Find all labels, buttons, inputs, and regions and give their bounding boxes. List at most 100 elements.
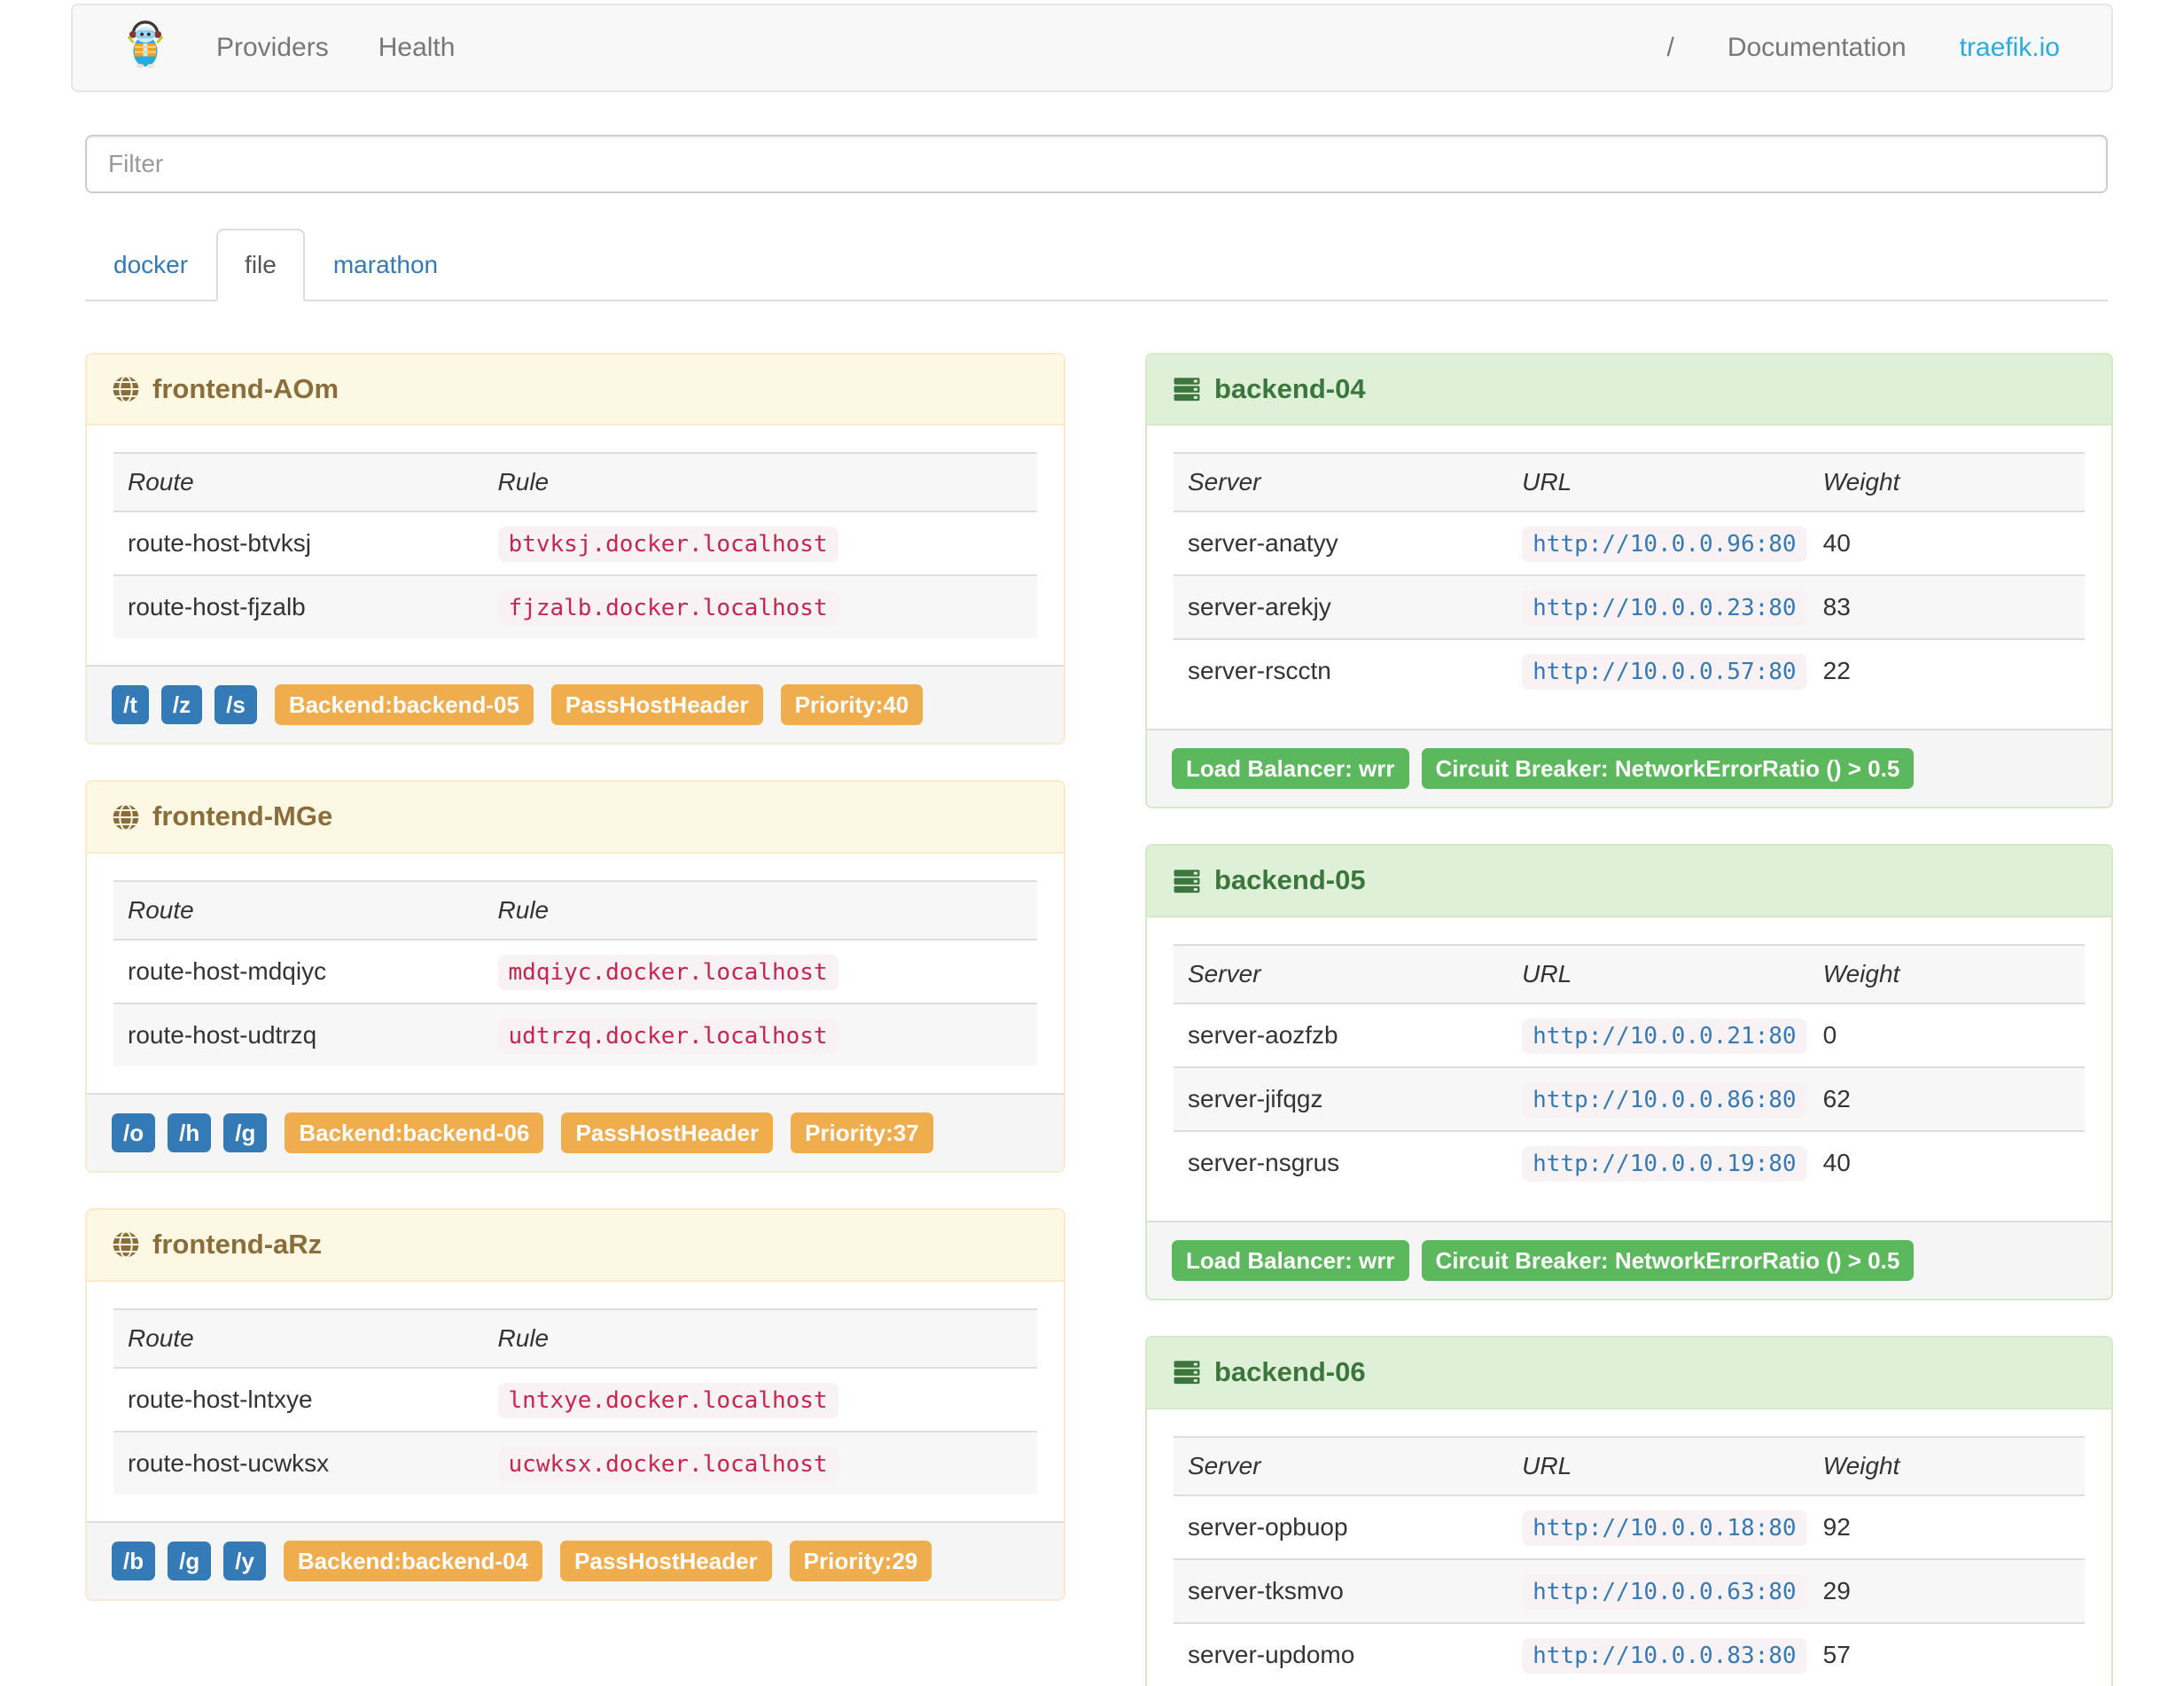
frontend-tag-badge: Priority:40 [780,684,924,726]
backend-tag-badge: Load Balancer: wrr [1172,1240,1409,1282]
provider-content: frontend-AOm Route Rule route-host-btvks… [85,352,2184,1686]
rule-cell: fjzalb.docker.localhost [483,574,1037,639]
table-header-row: Route Rule [113,880,1037,941]
frontend-tag-badge: Backend:backend-05 [274,684,534,726]
route-table-row: route-host-lntxye lntxye.docker.localhos… [113,1366,1037,1432]
server-table-row: server-aozfzb http://10.0.0.21:80 0 [1174,1003,2085,1068]
frontend-tag-badge: Priority:29 [789,1540,932,1581]
tab-marathon[interactable]: marathon [305,229,466,301]
entrypoint-badge: /o [112,1113,156,1153]
server-url-cell: http://10.0.0.19:80 [1508,1130,1809,1195]
backend-panel-header: backend-05 [1147,846,2111,918]
server-url-cell: http://10.0.0.21:80 [1508,1003,1809,1068]
backend-panel-footer: Load Balancer: wrr Circuit Breaker: Netwo… [1147,729,2111,808]
frontend-panel-body: Route Rule route-host-lntxye lntxye.dock… [87,1282,1064,1521]
server-weight-cell: 62 [1808,1066,2085,1132]
server-url-cell: http://10.0.0.18:80 [1508,1494,1809,1559]
backend-tag-badge: Circuit Breaker: NetworkErrorRatio () > … [1421,748,1915,790]
server-url-cell: http://10.0.0.57:80 [1508,638,1809,703]
frontend-panel-header: frontend-AOm [87,354,1064,426]
frontend-panel: frontend-aRz Route Rule route-host-lntxy… [85,1208,1065,1601]
server-weight-cell: 29 [1808,1557,2085,1623]
server-name-cell: server-jifqgz [1174,1066,1509,1132]
table-header-row: Route Rule [113,1307,1037,1368]
tab-file[interactable]: file [216,229,305,301]
route-name-cell: route-host-udtrzq [113,1003,484,1067]
route-name-cell: route-host-lntxye [113,1366,484,1432]
column-header-weight: Weight [1808,452,2085,512]
rule-code: mdqiyc.docker.localhost [497,955,838,991]
servers-table: Server URL Weight server-anatyy http://1… [1174,452,2085,703]
nav-link-documentation[interactable]: Documentation [1728,33,1907,63]
server-url-code: http://10.0.0.63:80 [1522,1573,1807,1610]
entrypoint-badge: /t [112,685,149,725]
backend-panel-body: Server URL Weight server-aozfzb http://1… [1147,917,2111,1221]
server-name-cell: server-arekjy [1174,574,1509,640]
provider-tabs: docker file marathon [85,229,2108,301]
server-table-row: server-nsgrus http://10.0.0.19:80 40 [1174,1130,2085,1195]
rule-code: udtrzq.docker.localhost [497,1019,838,1055]
backend-panel-title: backend-06 [1214,1356,1366,1388]
frontend-tag-badge: PassHostHeader [550,684,763,726]
route-table-row: route-host-btvksj btvksj.docker.localhos… [113,511,1037,576]
table-header-row: Route Rule [113,452,1037,512]
frontend-panel: frontend-AOm Route Rule route-host-btvks… [85,352,1065,745]
server-name-cell: server-opbuop [1174,1494,1509,1559]
backend-panel-header: backend-04 [1147,354,2111,426]
backend-panel: backend-04 Server URL Weight server-anat… [1145,352,2113,809]
backends-column: backend-04 Server URL Weight server-anat… [1145,352,2113,1686]
server-table-row: server-rscctn http://10.0.0.57:80 22 [1174,638,2085,703]
rule-code: fjzalb.docker.localhost [497,590,838,627]
routes-table: Route Rule route-host-btvksj btvksj.dock… [113,452,1037,639]
server-table-row: server-updomo http://10.0.0.83:80 57 [1174,1621,2085,1686]
route-table-row: route-host-mdqiyc mdqiyc.docker.localhos… [113,939,1037,1004]
rule-cell: ucwksx.docker.localhost [483,1430,1037,1495]
backend-panel: backend-05 Server URL Weight server-aozf… [1145,844,2113,1301]
brand-link[interactable] [124,20,167,75]
frontend-panel-title: frontend-AOm [152,372,339,404]
nav-link-traefik-io[interactable]: traefik.io [1960,33,2060,63]
frontend-panel-header: frontend-MGe [87,782,1064,855]
frontend-panel-body: Route Rule route-host-mdqiyc mdqiyc.dock… [87,854,1064,1093]
frontend-panel-title: frontend-MGe [152,800,333,832]
traefik-dashboard: Providers Health / Documentation traefik… [0,0,2184,1686]
server-name-cell: server-nsgrus [1174,1130,1509,1195]
route-name-cell: route-host-btvksj [113,511,484,576]
rule-code: lntxye.docker.localhost [497,1382,838,1418]
filter-input[interactable] [85,135,2108,193]
server-name-cell: server-anatyy [1174,511,1509,576]
column-header-route: Route [113,1307,484,1368]
server-weight-cell: 40 [1808,511,2085,576]
frontend-tag-badge: PassHostHeader [560,1540,772,1581]
column-header-rule: Rule [483,880,1037,941]
column-header-weight: Weight [1808,1435,2085,1495]
backend-panel-title: backend-05 [1214,864,1366,896]
nav-separator: / [1666,33,1674,62]
column-header-weight: Weight [1808,944,2085,1004]
route-name-cell: route-host-ucwksx [113,1430,484,1495]
globe-icon [112,803,140,831]
frontend-tag-badge: PassHostHeader [561,1112,774,1154]
backend-panel-title: backend-04 [1214,372,1366,404]
column-header-rule: Rule [483,1307,1037,1368]
navbar-right: / Documentation traefik.io [1666,33,2060,63]
server-url-code: http://10.0.0.86:80 [1522,1082,1807,1119]
route-name-cell: route-host-mdqiyc [113,939,484,1004]
server-weight-cell: 92 [1808,1494,2085,1559]
server-weight-cell: 83 [1808,574,2085,640]
nav-link-providers[interactable]: Providers [216,33,329,63]
nav-link-health[interactable]: Health [378,33,456,63]
frontend-tag-badge: Backend:backend-06 [285,1112,544,1154]
entrypoint-badge: /y [223,1541,266,1581]
column-header-url: URL [1508,944,1809,1004]
server-name-cell: server-aozfzb [1174,1003,1509,1068]
backend-tag-badge: Load Balancer: wrr [1172,748,1409,790]
route-table-row: route-host-ucwksx ucwksx.docker.localhos… [113,1430,1037,1495]
filter-bar [85,135,2108,193]
server-weight-cell: 40 [1808,1130,2085,1195]
globe-icon [112,375,140,403]
rule-cell: udtrzq.docker.localhost [483,1003,1037,1067]
servers-table: Server URL Weight server-aozfzb http://1… [1174,944,2085,1195]
tab-docker[interactable]: docker [85,229,216,301]
server-name-cell: server-tksmvo [1174,1557,1509,1623]
